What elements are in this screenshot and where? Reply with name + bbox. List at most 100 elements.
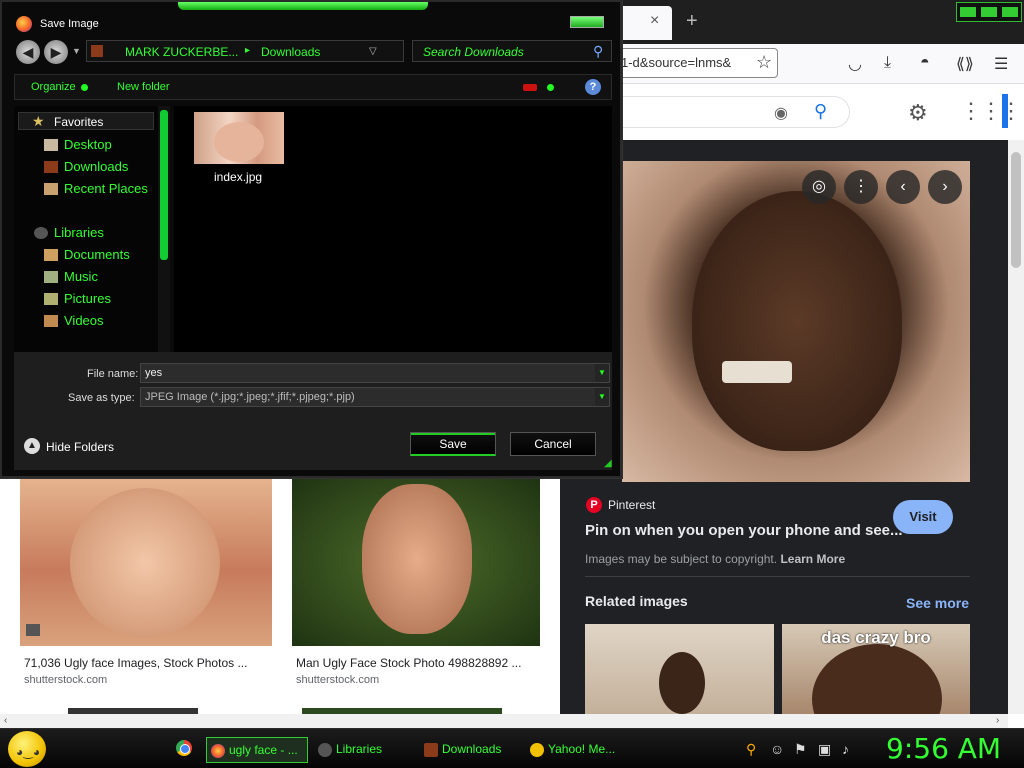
result-title-1[interactable]: 71,036 Ugly face Images, Stock Photos ..…: [24, 656, 247, 670]
breadcrumb-separator[interactable]: ▸: [245, 45, 250, 56]
resize-grip-icon[interactable]: ◢: [604, 458, 612, 469]
related-images-title: Related images: [585, 593, 688, 609]
copyright-text: Images may be subject to copyright.: [585, 552, 778, 566]
nav-item-music[interactable]: Music: [64, 269, 98, 284]
save-options-panel: File name: yes ▼ Save as type: JPEG Imag…: [14, 352, 612, 470]
horizontal-scrollbar[interactable]: ‹ ›: [0, 714, 1008, 728]
minimize-button[interactable]: [960, 7, 976, 17]
new-tab-button[interactable]: +: [686, 10, 698, 33]
nav-item-libraries[interactable]: Libraries: [54, 225, 104, 240]
firefox-icon: [211, 743, 225, 758]
nav-pane-scrollbar[interactable]: [158, 106, 170, 352]
navigation-pane: ★ Favorites Desktop Downloads Recent Pla…: [14, 106, 158, 352]
pocket-icon[interactable]: ◡: [848, 54, 862, 74]
taskbar-item-yahoo[interactable]: Yahoo! Me...: [530, 737, 624, 763]
face-photo: [362, 484, 472, 634]
cancel-button[interactable]: Cancel: [510, 432, 596, 456]
preview-title[interactable]: Pin on when you open your phone and see.…: [585, 522, 903, 539]
chrome-icon[interactable]: [176, 740, 192, 756]
start-button[interactable]: ◕‿◕: [8, 731, 46, 767]
bookmark-star-icon[interactable]: ☆: [756, 52, 772, 73]
extension-icon[interactable]: ◓: [920, 54, 930, 72]
search-tray-icon[interactable]: ⚲: [746, 741, 756, 758]
browser-tab[interactable]: [616, 6, 672, 40]
organize-dropdown-icon[interactable]: [81, 84, 88, 91]
taskbar-item-downloads[interactable]: Downloads: [424, 737, 524, 763]
learn-more-link[interactable]: Learn More: [780, 552, 845, 566]
address-bar[interactable]: MARK ZUCKERBE... ▸ Downloads ▽ ⇆: [86, 40, 470, 63]
dialog-close-button[interactable]: [570, 16, 604, 28]
view-options-icon[interactable]: [523, 84, 537, 91]
url-bar[interactable]: 1-d&source=lnms&: [612, 48, 778, 78]
search-downloads-field[interactable]: Search Downloads ⚲: [412, 40, 612, 62]
nav-item-pictures[interactable]: Pictures: [64, 291, 111, 306]
window-controls[interactable]: [956, 2, 1022, 22]
see-more-link[interactable]: See more: [906, 595, 969, 611]
account-accent[interactable]: [1002, 94, 1008, 128]
file-name-dropdown-icon[interactable]: ▼: [595, 364, 609, 382]
taskbar-item-libraries[interactable]: Libraries: [318, 737, 412, 763]
reader-icon[interactable]: ⟪⟫: [956, 54, 974, 74]
help-icon[interactable]: ?: [585, 79, 601, 95]
nav-item-videos[interactable]: Videos: [64, 313, 104, 328]
history-dropdown-icon[interactable]: ▼: [72, 46, 81, 56]
save-button[interactable]: Save: [410, 432, 496, 456]
breadcrumb-downloads[interactable]: Downloads: [261, 45, 320, 59]
close-window-button[interactable]: [1002, 7, 1018, 17]
nav-item-documents[interactable]: Documents: [64, 247, 130, 262]
nav-item-downloads[interactable]: Downloads: [64, 159, 128, 174]
breadcrumb-user[interactable]: MARK ZUCKERBE...: [125, 45, 238, 59]
save-type-label: Save as type:: [68, 392, 135, 404]
hide-folders-chevron-icon[interactable]: ▲: [24, 438, 40, 454]
search-icon[interactable]: ⚲: [593, 43, 603, 60]
save-type-select[interactable]: JPEG Image (*.jpg;*.jpeg;*.jfif;*.pjpeg;…: [140, 387, 610, 407]
scrollbar-thumb[interactable]: [160, 110, 168, 260]
download-icon[interactable]: ⤓: [884, 54, 891, 72]
favorites-label[interactable]: Favorites: [54, 115, 103, 129]
network-icon[interactable]: ▣: [818, 741, 831, 758]
view-dropdown-icon[interactable]: [547, 84, 554, 91]
result-image-2[interactable]: [292, 478, 540, 646]
image-badge-icon: [26, 624, 40, 636]
address-dropdown-icon[interactable]: ▽: [369, 46, 377, 57]
action-center-icon[interactable]: ⚑: [794, 741, 807, 758]
result-source-2: shutterstock.com: [296, 674, 380, 686]
hide-folders-button[interactable]: Hide Folders: [46, 440, 114, 454]
new-folder-button[interactable]: New folder: [117, 81, 170, 93]
result-image-1[interactable]: [20, 478, 272, 646]
maximize-button[interactable]: [981, 7, 997, 17]
organize-button[interactable]: Organize: [31, 81, 76, 93]
preview-image[interactable]: [622, 161, 970, 482]
related-image-1[interactable]: [585, 624, 774, 714]
volume-icon[interactable]: ♪: [842, 741, 849, 757]
file-name-input[interactable]: yes ▼: [140, 363, 610, 383]
more-options-icon[interactable]: ⋮: [844, 170, 878, 204]
previous-icon[interactable]: ‹: [886, 170, 920, 204]
next-icon[interactable]: ›: [928, 170, 962, 204]
settings-gear-icon[interactable]: ⚙: [908, 100, 928, 126]
tab-close-icon[interactable]: ×: [650, 12, 659, 30]
scroll-right-icon[interactable]: ›: [996, 714, 999, 728]
nav-item-recent-places[interactable]: Recent Places: [64, 181, 148, 196]
taskbar-item-firefox[interactable]: ugly face - ...: [206, 737, 308, 763]
menu-icon[interactable]: ☰: [994, 54, 1008, 74]
scroll-left-icon[interactable]: ‹: [4, 714, 7, 728]
messenger-tray-icon[interactable]: ☺: [770, 741, 784, 757]
back-arrow-icon[interactable]: ◀: [16, 40, 40, 64]
save-type-dropdown-icon[interactable]: ▼: [595, 388, 609, 406]
result-title-2[interactable]: Man Ugly Face Stock Photo 498828892 ...: [296, 656, 521, 670]
file-item-label[interactable]: index.jpg: [214, 170, 262, 184]
camera-icon[interactable]: ◉: [774, 103, 788, 123]
related-image-2[interactable]: das crazy bro: [782, 624, 970, 714]
scrollbar-thumb[interactable]: [1011, 152, 1021, 268]
apps-grid-icon[interactable]: ⋮⋮⋮: [960, 98, 1022, 124]
forward-arrow-icon[interactable]: ▶: [44, 40, 68, 64]
videos-icon: [44, 315, 58, 327]
file-thumbnail[interactable]: [194, 112, 284, 164]
lens-icon[interactable]: ◎: [802, 170, 836, 204]
taskbar-clock[interactable]: 9:56 AM: [886, 732, 1001, 765]
nav-item-desktop[interactable]: Desktop: [64, 137, 112, 152]
visit-button[interactable]: Visit: [893, 500, 953, 534]
search-icon[interactable]: ⚲: [814, 101, 827, 122]
vertical-scrollbar[interactable]: [1008, 140, 1024, 714]
